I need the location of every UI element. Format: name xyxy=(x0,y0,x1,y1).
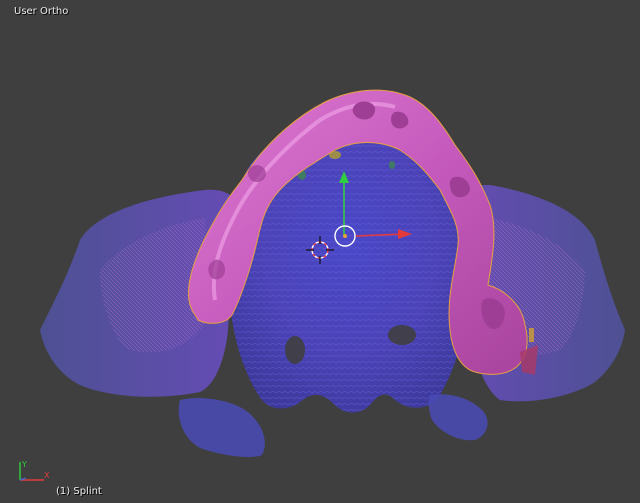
view-axes-icon: Y X xyxy=(19,460,50,481)
viewport-title: User Ortho xyxy=(14,6,69,17)
3d-viewport[interactable]: Y X User Ortho (1) Splint xyxy=(0,0,640,503)
splint-socket-5 xyxy=(247,165,266,182)
manipulator-origin xyxy=(343,234,347,238)
palate-lower-right-fragment xyxy=(428,394,488,441)
active-object-label: (1) Splint xyxy=(56,486,102,497)
palate-lower-left-fragment xyxy=(178,398,265,458)
side-marker xyxy=(529,328,534,342)
palate-hole-left xyxy=(285,336,305,364)
svg-text:Y: Y xyxy=(21,460,27,469)
svg-text:X: X xyxy=(44,471,50,480)
tooth-marker-3 xyxy=(389,161,395,169)
scene-render[interactable] xyxy=(0,0,640,503)
palate-hole-right xyxy=(388,325,416,345)
